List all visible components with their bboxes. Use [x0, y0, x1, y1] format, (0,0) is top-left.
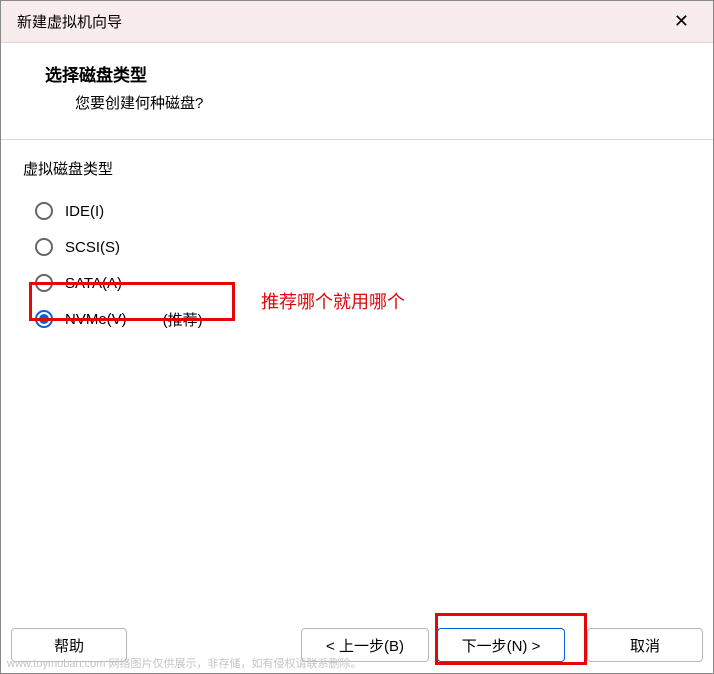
disk-type-radio-group: IDE(I) SCSI(S) SATA(A) NVMe(V) (推荐) — [35, 193, 695, 337]
radio-label: IDE(I) — [65, 203, 104, 220]
window-title: 新建虚拟机向导 — [17, 11, 122, 32]
group-label: 虚拟磁盘类型 — [23, 158, 695, 179]
wizard-header: 选择磁盘类型 您要创建何种磁盘? — [1, 43, 713, 140]
next-button[interactable]: 下一步(N) > — [437, 628, 565, 662]
button-bar: 帮助 < 上一步(B) 下一步(N) > 取消 — [1, 617, 713, 673]
radio-icon[interactable] — [35, 310, 53, 328]
recommended-label: (推荐) — [163, 309, 203, 330]
radio-option-scsi[interactable]: SCSI(S) — [35, 229, 695, 265]
content-area: 虚拟磁盘类型 IDE(I) SCSI(S) SATA(A) NVMe(V) (推… — [1, 140, 713, 617]
radio-label: SCSI(S) — [65, 239, 120, 256]
help-button[interactable]: 帮助 — [11, 628, 127, 662]
radio-icon[interactable] — [35, 274, 53, 292]
page-title: 选择磁盘类型 — [45, 61, 713, 86]
cancel-button[interactable]: 取消 — [587, 628, 703, 662]
radio-label: SATA(A) — [65, 275, 122, 292]
back-button[interactable]: < 上一步(B) — [301, 628, 429, 662]
title-bar: 新建虚拟机向导 ✕ — [1, 1, 713, 43]
page-description: 您要创建何种磁盘? — [75, 92, 713, 113]
annotation-text: 推荐哪个就用哪个 — [261, 288, 405, 314]
close-icon[interactable]: ✕ — [666, 7, 697, 36]
radio-icon[interactable] — [35, 202, 53, 220]
radio-option-ide[interactable]: IDE(I) — [35, 193, 695, 229]
radio-label: NVMe(V) — [65, 311, 127, 328]
radio-icon[interactable] — [35, 238, 53, 256]
